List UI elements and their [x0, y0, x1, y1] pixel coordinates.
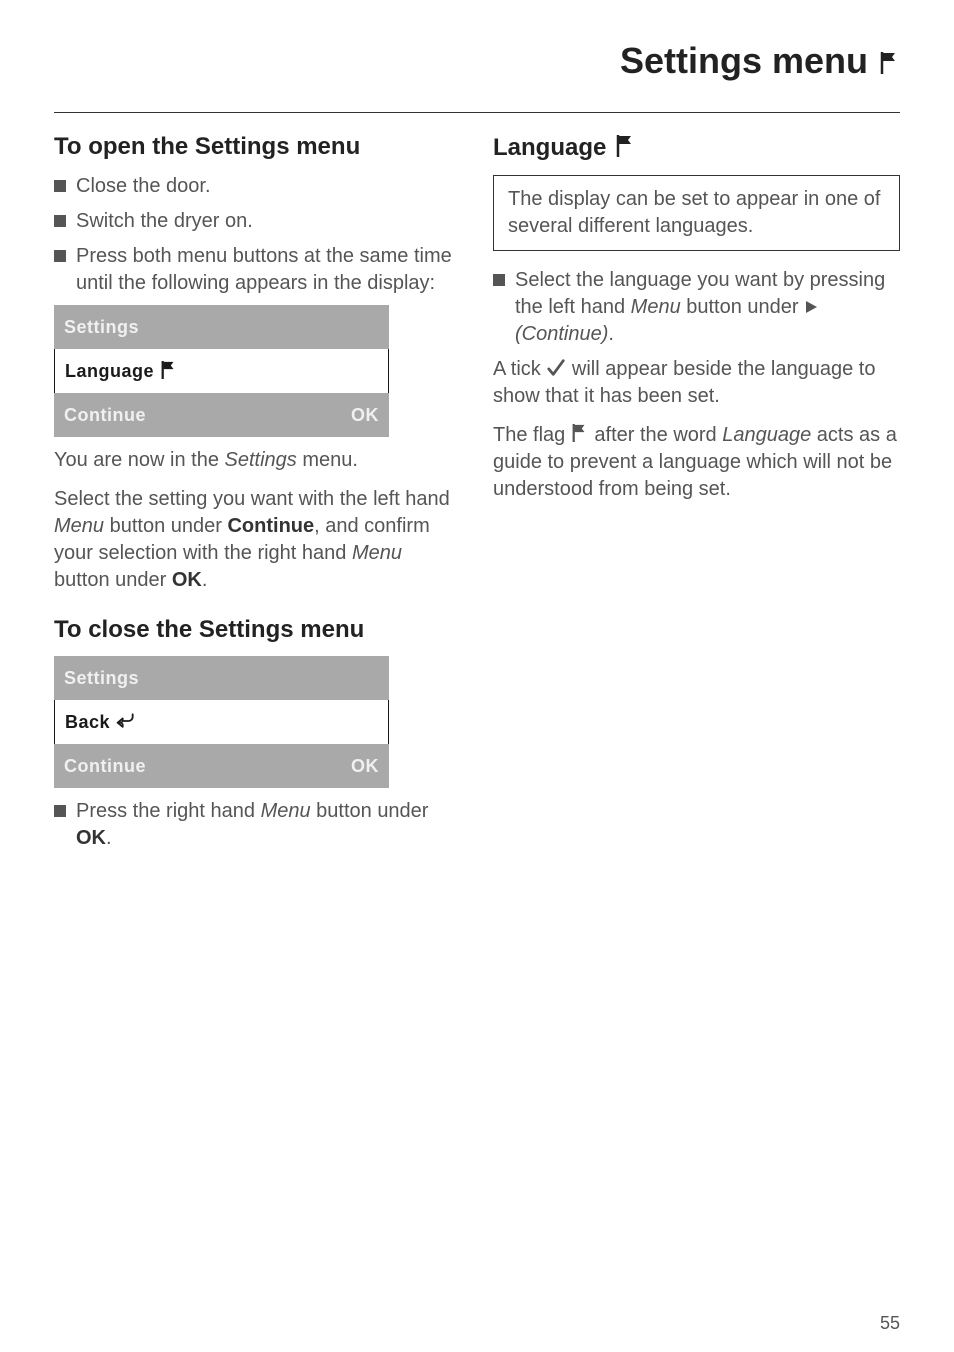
list-item: Close the door.	[54, 173, 461, 200]
info-box-text: The display can be set to appear in one …	[508, 186, 885, 240]
display-row-title: Settings	[54, 656, 389, 700]
display-row-title: Settings	[54, 305, 389, 349]
list-item: Switch the dryer on.	[54, 208, 461, 235]
display-panel-close: Settings Back Continue OK	[54, 656, 389, 788]
heading-language: Language	[493, 133, 900, 163]
step-select-language: Select the language you want by pressing…	[515, 267, 900, 348]
display-continue: Continue	[64, 405, 146, 426]
back-arrow-icon	[116, 712, 136, 733]
note-settings-menu: You are now in the Settings menu.	[54, 447, 461, 474]
bullet-icon	[54, 805, 66, 817]
page-number: 55	[880, 1313, 900, 1334]
instr-select-setting: Select the setting you want with the lef…	[54, 486, 461, 594]
display-row-actions: Continue OK	[54, 744, 389, 788]
list-item: Press both menu buttons at the same time…	[54, 243, 461, 297]
flag-icon	[160, 360, 178, 383]
display-row-actions: Continue OK	[54, 393, 389, 437]
step-switch-on: Switch the dryer on.	[76, 208, 253, 235]
step-close-door: Close the door.	[76, 173, 211, 200]
flag-icon	[614, 133, 636, 163]
bullet-icon	[54, 180, 66, 192]
display-ok: OK	[351, 756, 379, 777]
note-flag: The flag after the word Language acts as…	[493, 422, 900, 503]
heading-close-settings: To close the Settings menu	[54, 616, 461, 644]
triangle-right-icon	[804, 294, 818, 321]
display-language-label: Language	[65, 361, 154, 382]
flag-icon	[571, 422, 589, 449]
flag-icon	[878, 40, 900, 82]
step-press-right-ok: Press the right hand Menu button under O…	[76, 798, 461, 852]
display-panel-open: Settings Language Continue OK	[54, 305, 389, 437]
step-press-both: Press both menu buttons at the same time…	[76, 243, 461, 297]
note-tick: A tick will appear beside the language t…	[493, 356, 900, 410]
page-title: Settings menu	[620, 40, 868, 82]
info-box: The display can be set to appear in one …	[493, 175, 900, 251]
divider	[54, 112, 900, 113]
display-row-option: Back	[54, 700, 389, 744]
bullet-icon	[54, 215, 66, 227]
check-icon	[546, 356, 566, 383]
display-row-option: Language	[54, 349, 389, 393]
heading-open-settings: To open the Settings menu	[54, 133, 461, 161]
display-ok: OK	[351, 405, 379, 426]
list-item: Select the language you want by pressing…	[493, 267, 900, 348]
list-item: Press the right hand Menu button under O…	[54, 798, 461, 852]
bullet-icon	[54, 250, 66, 262]
display-back-label: Back	[65, 712, 110, 733]
bullet-icon	[493, 274, 505, 286]
display-continue: Continue	[64, 756, 146, 777]
